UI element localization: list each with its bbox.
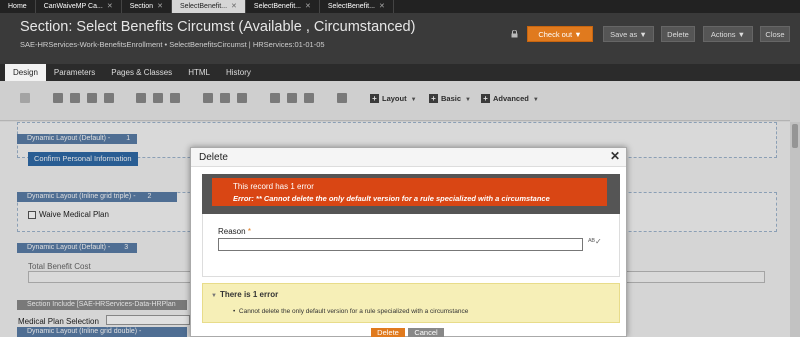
chevron-down-icon: ▼ — [639, 30, 647, 39]
error-list-title[interactable]: ▼ There is 1 error — [211, 290, 278, 299]
top-tab-bar: Home CanWaiveMP Ca... ✕ Section ✕ SelectBe… — [0, 0, 800, 13]
close-icon[interactable]: ✕ — [610, 149, 620, 163]
actions-button[interactable]: Actions ▼ — [703, 26, 753, 42]
error-banner: This record has 1 error Error: ** Cannot… — [202, 174, 620, 214]
reason-section: Reason * ᴬᴮ✓ — [202, 214, 620, 277]
tab-close-icon[interactable]: ✕ — [305, 3, 311, 10]
tab-selectbenefit-3[interactable]: SelectBenefit... ✕ — [320, 0, 394, 13]
required-indicator: * — [247, 227, 251, 236]
chevron-down-icon: ▼ — [574, 30, 582, 39]
reason-label: Reason * — [218, 227, 251, 236]
rule-header: Section: Select Benefits Circumst (Avail… — [0, 13, 800, 64]
delete-dialog: Delete ✕ This record has 1 error Error: … — [190, 147, 627, 337]
tab-pages-classes[interactable]: Pages & Classes — [103, 64, 180, 81]
dialog-cancel-button[interactable]: Cancel — [408, 328, 444, 337]
tab-close-icon[interactable]: ✕ — [157, 3, 163, 10]
tab-parameters[interactable]: Parameters — [46, 64, 103, 81]
spellcheck-icon[interactable]: ᴬᴮ✓ — [588, 237, 602, 246]
chevron-down-icon: ▼ — [737, 30, 746, 39]
tab-close-icon[interactable]: ✕ — [379, 3, 385, 10]
close-button[interactable]: Close — [760, 26, 790, 42]
tab-design[interactable]: Design — [5, 64, 46, 81]
tab-selectbenefit-active[interactable]: SelectBenefit... ✕ — [171, 0, 246, 13]
tab-html[interactable]: HTML — [180, 64, 218, 81]
reason-input[interactable] — [218, 238, 583, 251]
collapse-triangle-icon[interactable]: ▼ — [211, 293, 217, 299]
error-bar: This record has 1 error Error: ** Cannot… — [212, 178, 607, 206]
tab-home[interactable]: Home — [0, 0, 36, 13]
dialog-title: Delete — [199, 152, 228, 163]
dialog-delete-button[interactable]: Delete — [371, 328, 405, 337]
error-message: Error: ** Cannot delete the only default… — [233, 194, 550, 203]
tab-close-icon[interactable]: ✕ — [231, 3, 237, 10]
delete-button[interactable]: Delete — [661, 26, 695, 42]
tab-canwaivemp[interactable]: CanWaiveMP Ca... ✕ — [36, 0, 122, 13]
error-list: ▼ There is 1 error • Cannot delete the on… — [202, 283, 620, 323]
rule-tabs: Design Parameters Pages & Classes HTML H… — [0, 64, 800, 81]
tab-section[interactable]: Section ✕ — [122, 0, 172, 13]
error-list-item: • Cannot delete the only default version… — [233, 308, 469, 315]
save-as-button[interactable]: Save as ▼ — [603, 26, 654, 42]
tab-close-icon[interactable]: ✕ — [107, 3, 113, 10]
page-title: Section: Select Benefits Circumst (Avail… — [20, 19, 416, 35]
check-out-button[interactable]: Check out ▼ — [527, 26, 593, 42]
lock-icon — [511, 30, 518, 38]
rule-path: SAE-HRServices-Work-BenefitsEnrollment •… — [20, 40, 325, 49]
tab-selectbenefit-2[interactable]: SelectBenefit... ✕ — [246, 0, 320, 13]
tab-history[interactable]: History — [218, 64, 259, 81]
dialog-header: Delete ✕ — [191, 148, 626, 167]
error-title: This record has 1 error — [233, 182, 314, 191]
